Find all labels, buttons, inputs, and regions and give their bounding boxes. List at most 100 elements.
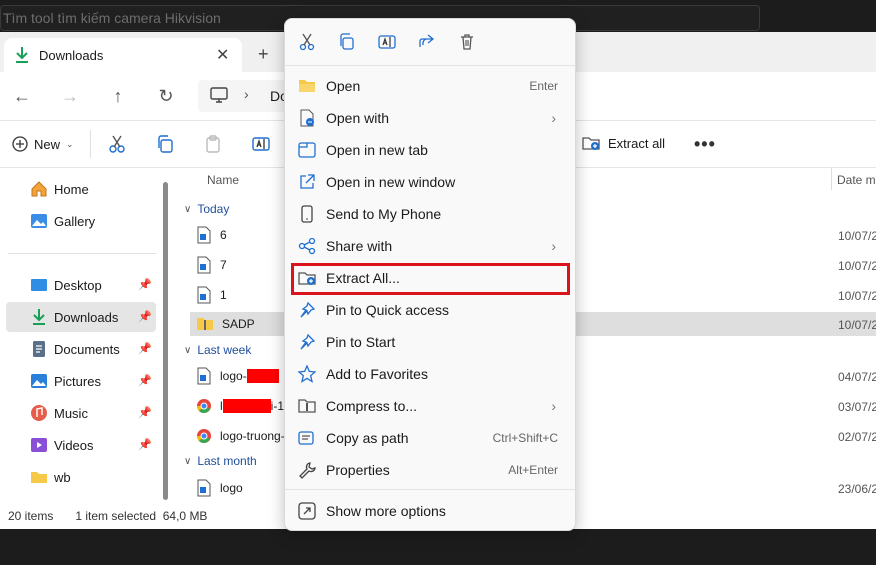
delete-icon[interactable]: [458, 33, 476, 51]
sidebar-item-label: Gallery: [54, 213, 96, 229]
sidebar-item-music[interactable]: Music 📌: [6, 398, 156, 428]
tab-label: Downloads: [39, 48, 104, 63]
document-file-icon: [197, 226, 211, 244]
tab-close-icon[interactable]: ✕: [216, 45, 229, 65]
sidebar-item-downloads[interactable]: Downloads 📌: [6, 302, 156, 332]
sidebar-item-home[interactable]: Home: [6, 174, 156, 204]
rename-icon[interactable]: [251, 134, 271, 154]
pin-icon[interactable]: 📌: [138, 310, 152, 323]
plus-circle-icon: [12, 136, 28, 152]
pin-icon: [298, 301, 316, 319]
sidebar-item-label: Documents: [54, 341, 120, 357]
menu-item-label: Open in new tab: [326, 142, 428, 158]
menu-item-add-favorites[interactable]: Add to Favorites: [298, 359, 568, 389]
menu-item-open-new-window[interactable]: Open in new window: [298, 167, 568, 197]
menu-item-shortcut: Alt+Enter: [508, 463, 558, 477]
file-row[interactable]: l i-10: [196, 393, 291, 419]
menu-item-compress[interactable]: Compress to... ›: [298, 391, 568, 421]
copy-path-icon: [298, 429, 316, 447]
copy-icon[interactable]: [155, 134, 175, 154]
menu-item-pin-quick-access[interactable]: Pin to Quick access: [298, 295, 568, 325]
redaction-mark: [246, 369, 279, 384]
menu-item-open[interactable]: Open Enter: [298, 71, 568, 101]
file-date: 10/07/2: [838, 229, 876, 243]
menu-item-label: Pin to Quick access: [326, 302, 449, 318]
extract-all-button[interactable]: Extract all: [582, 134, 665, 152]
chevron-right-icon: ›: [551, 110, 556, 126]
status-bar: 20 items 1 item selected 64,0 MB: [8, 509, 207, 523]
folder-icon: [298, 77, 316, 95]
menu-item-shortcut: Ctrl+Shift+C: [492, 431, 558, 445]
sidebar-divider: [8, 253, 156, 254]
file-row[interactable]: logo-truong-: [196, 423, 285, 449]
menu-item-show-more-options[interactable]: Show more options: [298, 496, 568, 526]
zip-folder-icon: [298, 397, 316, 415]
menu-item-pin-start[interactable]: Pin to Start: [298, 327, 568, 357]
file-date: 02/07/2: [838, 430, 876, 444]
document-file-icon: [197, 256, 211, 274]
copy-icon[interactable]: [338, 33, 356, 51]
menu-item-share-with[interactable]: Share with ›: [298, 231, 568, 261]
sidebar-item-pictures[interactable]: Pictures 📌: [6, 366, 156, 396]
sidebar-scrollbar-thumb[interactable]: [163, 182, 168, 500]
rename-icon[interactable]: [378, 33, 396, 51]
menu-item-copy-as-path[interactable]: Copy as path Ctrl+Shift+C: [298, 423, 568, 453]
cut-icon[interactable]: [107, 134, 127, 154]
menu-item-properties[interactable]: Properties Alt+Enter: [298, 455, 568, 485]
file-date: 10/07/2: [838, 318, 876, 332]
up-button[interactable]: ↑: [108, 86, 128, 106]
column-header-date[interactable]: Date m: [837, 173, 876, 187]
group-header-today[interactable]: ∨ Today: [184, 202, 229, 216]
column-header-name[interactable]: Name: [207, 173, 239, 187]
menu-divider: [285, 489, 575, 490]
file-name: logo-: [220, 369, 279, 384]
pin-icon[interactable]: 📌: [138, 406, 152, 419]
sidebar-item-label: Music: [54, 405, 88, 421]
more-options-icon[interactable]: •••: [694, 134, 716, 155]
sidebar-item-wb[interactable]: wb: [6, 462, 156, 492]
pin-icon[interactable]: 📌: [138, 278, 152, 291]
paste-icon[interactable]: [203, 134, 223, 154]
sidebar-item-gallery[interactable]: Gallery: [6, 206, 156, 236]
new-tab-button[interactable]: +: [258, 44, 269, 65]
share-icon[interactable]: [418, 33, 436, 51]
file-row[interactable]: logo: [196, 475, 243, 501]
item-count: 20 items: [8, 509, 54, 523]
group-label: Last month: [197, 454, 257, 468]
show-more-icon: [298, 502, 316, 520]
menu-item-open-new-tab[interactable]: Open in new tab: [298, 135, 568, 165]
wrench-icon: [298, 461, 316, 479]
pin-icon[interactable]: 📌: [138, 342, 152, 355]
menu-item-send-to-phone[interactable]: Send to My Phone: [298, 199, 568, 229]
column-divider[interactable]: [831, 168, 832, 190]
new-button[interactable]: New ⌄: [12, 134, 74, 154]
file-row[interactable]: 7: [196, 252, 227, 278]
cut-icon[interactable]: [298, 33, 316, 51]
file-row-selected[interactable]: SADP: [196, 311, 255, 337]
back-button[interactable]: ←: [12, 86, 32, 106]
sidebar-item-videos[interactable]: Videos 📌: [6, 430, 156, 460]
file-row[interactable]: logo-: [196, 363, 279, 389]
menu-item-label: Copy as path: [326, 430, 409, 446]
videos-icon: [31, 438, 47, 452]
download-icon: [33, 309, 45, 325]
download-icon: [16, 47, 28, 63]
pin-icon[interactable]: 📌: [138, 438, 152, 451]
file-name: logo: [220, 481, 243, 495]
group-header-last-week[interactable]: ∨ Last week: [184, 343, 251, 357]
share-with-icon: [298, 237, 316, 255]
menu-item-label: Add to Favorites: [326, 366, 428, 382]
refresh-button[interactable]: ↻: [156, 86, 176, 106]
menu-item-open-with[interactable]: Open with ›: [298, 103, 568, 133]
open-with-icon: [298, 109, 316, 127]
pin-icon[interactable]: 📌: [138, 374, 152, 387]
forward-button[interactable]: →: [60, 86, 80, 106]
group-header-last-month[interactable]: ∨ Last month: [184, 454, 257, 468]
file-row[interactable]: 6: [196, 222, 227, 248]
file-row[interactable]: 1: [196, 282, 227, 308]
file-date: 04/07/2: [838, 370, 876, 384]
sidebar-item-documents[interactable]: Documents 📌: [6, 334, 156, 364]
sidebar-item-label: Downloads: [54, 309, 119, 325]
sidebar-item-desktop[interactable]: Desktop 📌: [6, 270, 156, 300]
file-date: 10/07/2: [838, 259, 876, 273]
